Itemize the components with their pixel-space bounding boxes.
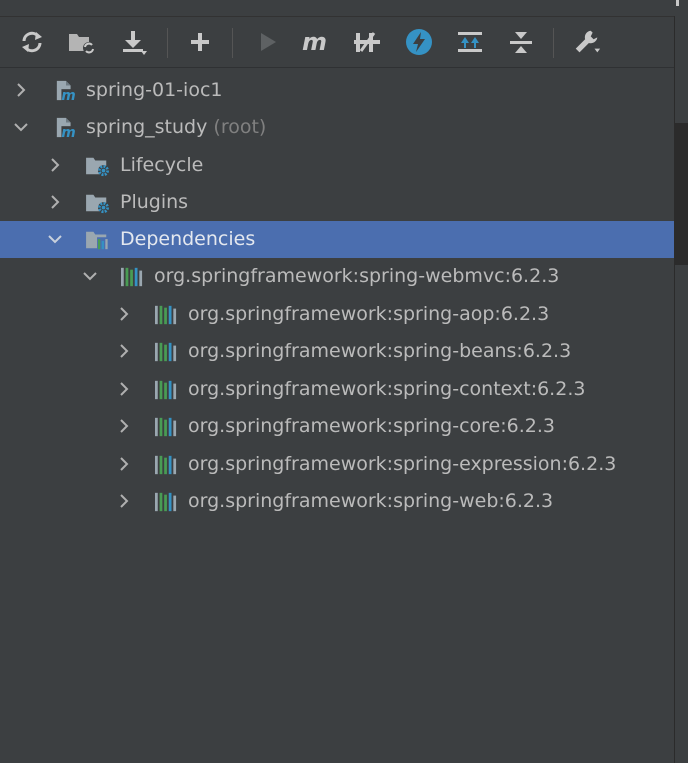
tree-item-dependency[interactable]: org.springframework:spring-beans:6.2.3 bbox=[0, 333, 674, 370]
library-icon bbox=[155, 305, 177, 325]
tree-item-plugins[interactable]: Plugins bbox=[0, 184, 674, 221]
expand-all-icon[interactable] bbox=[506, 27, 536, 57]
tree-item-label: org.springframework:spring-web:6.2.3 bbox=[188, 490, 554, 512]
download-icon[interactable] bbox=[119, 27, 149, 57]
tree-item-label: org.springframework:spring-expression:6.… bbox=[188, 453, 617, 475]
folder-sync-icon[interactable] bbox=[67, 27, 97, 57]
library-icon bbox=[155, 455, 177, 475]
tree-item-label: org.springframework:spring-aop:6.2.3 bbox=[188, 303, 550, 325]
project-tree: m spring-01-ioc1 m spring_study (root) L… bbox=[0, 70, 674, 763]
maven-icon[interactable]: m bbox=[301, 27, 331, 57]
chevron-right-icon[interactable] bbox=[115, 455, 133, 473]
chevron-right-icon[interactable] bbox=[115, 380, 133, 398]
tree-item-label: spring-01-ioc1 bbox=[86, 79, 223, 101]
tree-item-label: Plugins bbox=[120, 191, 189, 213]
tree-item-dependency[interactable]: org.springframework:spring-core:6.2.3 bbox=[0, 408, 674, 445]
folder-library-icon bbox=[86, 231, 110, 251]
tree-item-spring-study[interactable]: m spring_study (root) bbox=[0, 109, 674, 146]
maven-module-icon: m bbox=[56, 117, 77, 139]
chevron-down-icon[interactable] bbox=[81, 267, 99, 285]
tree-item-dependency[interactable]: org.springframework:spring-aop:6.2.3 bbox=[0, 296, 674, 333]
svg-text:m: m bbox=[61, 88, 75, 102]
wrench-icon[interactable] bbox=[572, 27, 602, 57]
tree-item-dependency[interactable]: org.springframework:spring-web:6.2.3 bbox=[0, 483, 674, 520]
library-icon bbox=[155, 417, 177, 437]
maven-toolbar: m bbox=[0, 17, 674, 68]
top-strip bbox=[0, 0, 674, 17]
chevron-right-icon[interactable] bbox=[115, 305, 133, 323]
tree-item-label: Lifecycle bbox=[120, 154, 204, 176]
reload-icon[interactable] bbox=[17, 27, 47, 57]
chevron-right-icon[interactable] bbox=[115, 417, 133, 435]
tree-item-lifecycle[interactable]: Lifecycle bbox=[0, 147, 674, 184]
library-icon bbox=[155, 492, 177, 512]
lightning-icon[interactable] bbox=[404, 27, 434, 57]
chevron-right-icon[interactable] bbox=[46, 156, 64, 174]
tree-item-dependency[interactable]: org.springframework:spring-webmvc:6.2.3 bbox=[0, 258, 674, 295]
library-icon bbox=[121, 267, 143, 287]
maven-module-icon: m bbox=[56, 80, 77, 102]
chevron-right-icon[interactable] bbox=[115, 342, 133, 360]
chevron-right-icon[interactable] bbox=[115, 492, 133, 510]
library-icon bbox=[155, 342, 177, 362]
right-panel-edge bbox=[674, 16, 688, 763]
chevron-right-icon[interactable] bbox=[46, 193, 64, 211]
tree-item-label: org.springframework:spring-webmvc:6.2.3 bbox=[154, 265, 560, 287]
root-suffix: (root) bbox=[213, 116, 267, 138]
collapse-all-icon[interactable] bbox=[455, 27, 485, 57]
tree-item-label: Dependencies bbox=[120, 228, 256, 250]
skip-tests-icon[interactable] bbox=[352, 27, 382, 57]
chevron-down-icon[interactable] bbox=[46, 230, 64, 248]
corner-marker bbox=[674, 0, 688, 16]
folder-gear-icon bbox=[86, 157, 109, 177]
chevron-right-icon[interactable] bbox=[12, 81, 30, 99]
svg-text:m: m bbox=[61, 125, 75, 139]
tree-item-dependencies[interactable]: Dependencies bbox=[0, 221, 674, 258]
tree-item-spring-01-ioc1[interactable]: m spring-01-ioc1 bbox=[0, 72, 674, 109]
tree-item-label: org.springframework:spring-core:6.2.3 bbox=[188, 415, 555, 437]
folder-gear-icon bbox=[86, 194, 109, 214]
library-icon bbox=[155, 380, 177, 400]
tree-item-dependency[interactable]: org.springframework:spring-expression:6.… bbox=[0, 446, 674, 483]
run-icon[interactable] bbox=[252, 27, 282, 57]
tree-item-label: org.springframework:spring-context:6.2.3 bbox=[188, 378, 586, 400]
tree-item-label: spring_study bbox=[86, 116, 208, 138]
chevron-down-icon[interactable] bbox=[12, 118, 30, 136]
add-icon[interactable] bbox=[185, 27, 215, 57]
tree-item-dependency[interactable]: org.springframework:spring-context:6.2.3 bbox=[0, 371, 674, 408]
svg-text:m: m bbox=[302, 29, 327, 55]
tree-item-label: org.springframework:spring-beans:6.2.3 bbox=[188, 340, 572, 362]
